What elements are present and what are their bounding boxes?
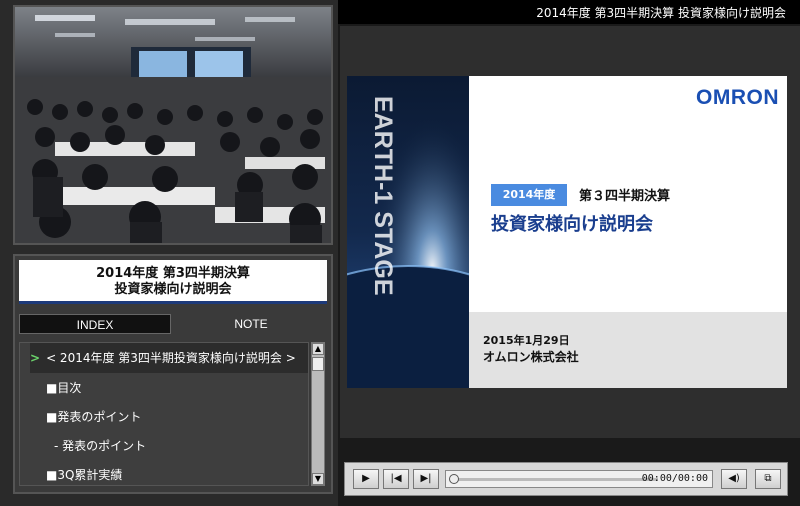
index-list: > < 2014年度 第3四半期投資家様向け説明会 > ■目次 ■発表のポイント …	[19, 342, 309, 486]
tab-note[interactable]: NOTE	[175, 314, 327, 334]
index-item[interactable]: ■発表のポイント	[46, 402, 141, 432]
scroll-thumb[interactable]	[312, 357, 324, 371]
slide-heading: 第３四半期決算	[579, 189, 671, 204]
play-icon[interactable]: ▶	[353, 469, 379, 489]
seek-bar[interactable]: 00:00/00:00	[445, 470, 713, 488]
skip-back-icon[interactable]: |◀	[383, 469, 409, 489]
vertical-slogan-text: EARTH-1 STAGE	[369, 96, 397, 296]
slide-earth-banner: EARTH-1 STAGE	[347, 76, 469, 388]
slide-company: オムロン株式会社	[483, 350, 579, 364]
index-item-label: < 2014年度 第3四半期投資家様向け説明会 >	[46, 351, 296, 365]
vertical-slogan: EARTH-1 STAGE	[369, 96, 397, 296]
slide-content: OMRON 2014年度 第３四半期決算 投資家様向け説明会 2015年1月29…	[469, 76, 787, 388]
index-scrollbar[interactable]: ▲ ▼	[311, 342, 325, 486]
index-item[interactable]: - 発表のポイント	[54, 431, 146, 461]
page-title: 2014年度 第3四半期決算 投資家様向け説明会	[536, 6, 786, 20]
chevron-right-icon: >	[30, 351, 41, 365]
event-title-line2: 投資家様向け説明会	[114, 282, 232, 297]
presentation-slide: EARTH-1 STAGE OMRON 2014年度 第３四半期決算 投資家様向…	[347, 76, 787, 388]
fullscreen-icon[interactable]: ⧉	[755, 469, 781, 489]
event-title: 2014年度 第3四半期決算 投資家様向け説明会	[19, 260, 327, 304]
volume-icon[interactable]: ◀)	[721, 469, 747, 489]
info-panel: 2014年度 第3四半期決算 投資家様向け説明会 INDEX NOTE > < 2…	[13, 254, 333, 494]
index-item[interactable]: ■目次	[46, 373, 81, 403]
left-panel: 2014年度 第3四半期決算 投資家様向け説明会 INDEX NOTE > < 2…	[0, 0, 338, 506]
slide-footer: 2015年1月29日 オムロン株式会社	[469, 312, 787, 388]
video-player[interactable]	[13, 5, 333, 245]
scroll-up-icon[interactable]: ▲	[312, 343, 324, 355]
tab-index[interactable]: INDEX	[19, 314, 171, 334]
skip-forward-icon[interactable]: ▶|	[413, 469, 439, 489]
year-badge: 2014年度	[491, 184, 567, 206]
event-title-line1: 2014年度 第3四半期決算	[96, 266, 250, 281]
seek-track[interactable]	[458, 478, 658, 481]
index-item-active[interactable]: > < 2014年度 第3四半期投資家様向け説明会 >	[30, 343, 308, 373]
slide-area: EARTH-1 STAGE OMRON 2014年度 第３四半期決算 投資家様向…	[340, 26, 800, 438]
index-item[interactable]: ■3Q累計実績	[46, 460, 122, 485]
header-bar: 2014年度 第3四半期決算 投資家様向け説明会	[338, 0, 800, 24]
tab-row: INDEX NOTE	[19, 314, 327, 334]
slide-subheading: 投資家様向け説明会	[491, 214, 653, 235]
conference-video-frame	[15, 7, 331, 243]
time-display: 00:00/00:00	[641, 473, 708, 484]
player-controls: ▶ |◀ ▶| 00:00/00:00 ◀) ⧉	[344, 462, 788, 496]
seek-handle[interactable]	[449, 474, 459, 484]
slide-date: 2015年1月29日	[483, 334, 570, 347]
scroll-down-icon[interactable]: ▼	[312, 473, 324, 485]
company-logo: OMRON	[696, 86, 779, 109]
